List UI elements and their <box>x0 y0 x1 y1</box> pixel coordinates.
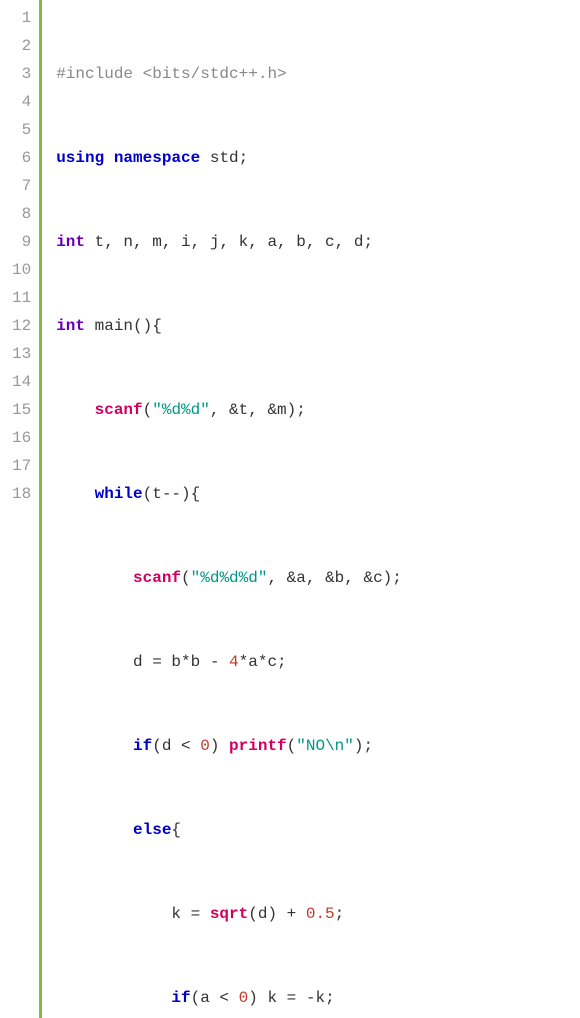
line-number: 8 <box>12 200 31 228</box>
line-number: 1 <box>12 4 31 32</box>
function-call: printf <box>229 737 287 755</box>
line-number: 17 <box>12 452 31 480</box>
line-number: 7 <box>12 172 31 200</box>
keyword: using <box>56 149 104 167</box>
type-keyword: int <box>56 233 85 251</box>
code-line: k = sqrt(d) + 0.5; <box>56 900 402 928</box>
type-keyword: int <box>56 317 85 335</box>
line-number: 15 <box>12 396 31 424</box>
line-number: 9 <box>12 228 31 256</box>
line-number: 11 <box>12 284 31 312</box>
line-number: 3 <box>12 60 31 88</box>
line-number: 12 <box>12 312 31 340</box>
line-number: 5 <box>12 116 31 144</box>
code-line: if(d < 0) printf("NO\n"); <box>56 732 402 760</box>
code-body: #include <bits/stdc++.h> using namespace… <box>42 0 402 1018</box>
line-number-gutter: 1 2 3 4 5 6 7 8 9 10 11 12 13 14 15 16 1… <box>0 0 42 1018</box>
line-number: 10 <box>12 256 31 284</box>
code-line: int t, n, m, i, j, k, a, b, c, d; <box>56 228 402 256</box>
line-number: 18 <box>12 480 31 508</box>
keyword: if <box>171 989 190 1007</box>
number-literal: 0.5 <box>306 905 335 923</box>
function-call: scanf <box>133 569 181 587</box>
code-line: while(t--){ <box>56 480 402 508</box>
string-literal: "%d%d%d" <box>191 569 268 587</box>
code-line: if(a < 0) k = -k; <box>56 984 402 1012</box>
number-literal: 4 <box>229 653 239 671</box>
code-line: scanf("%d%d", &t, &m); <box>56 396 402 424</box>
keyword: while <box>95 485 143 503</box>
code-line: else{ <box>56 816 402 844</box>
function-call: scanf <box>95 401 143 419</box>
code-line: using namespace std; <box>56 144 402 172</box>
line-number: 2 <box>12 32 31 60</box>
code-line: #include <bits/stdc++.h> <box>56 60 402 88</box>
line-number: 14 <box>12 368 31 396</box>
function-call: sqrt <box>210 905 248 923</box>
keyword: else <box>133 821 171 839</box>
line-number: 6 <box>12 144 31 172</box>
preprocessor: #include <bits/stdc++.h> <box>56 65 286 83</box>
keyword: if <box>133 737 152 755</box>
number-literal: 0 <box>239 989 249 1007</box>
line-number: 4 <box>12 88 31 116</box>
code-line: scanf("%d%d%d", &a, &b, &c); <box>56 564 402 592</box>
line-number: 13 <box>12 340 31 368</box>
line-number: 16 <box>12 424 31 452</box>
string-literal: "NO\n" <box>296 737 354 755</box>
code-container: 1 2 3 4 5 6 7 8 9 10 11 12 13 14 15 16 1… <box>0 0 580 1018</box>
code-line: int main(){ <box>56 312 402 340</box>
number-literal: 0 <box>200 737 210 755</box>
string-literal: "%d%d" <box>152 401 210 419</box>
keyword: namespace <box>114 149 200 167</box>
code-line: d = b*b - 4*a*c; <box>56 648 402 676</box>
